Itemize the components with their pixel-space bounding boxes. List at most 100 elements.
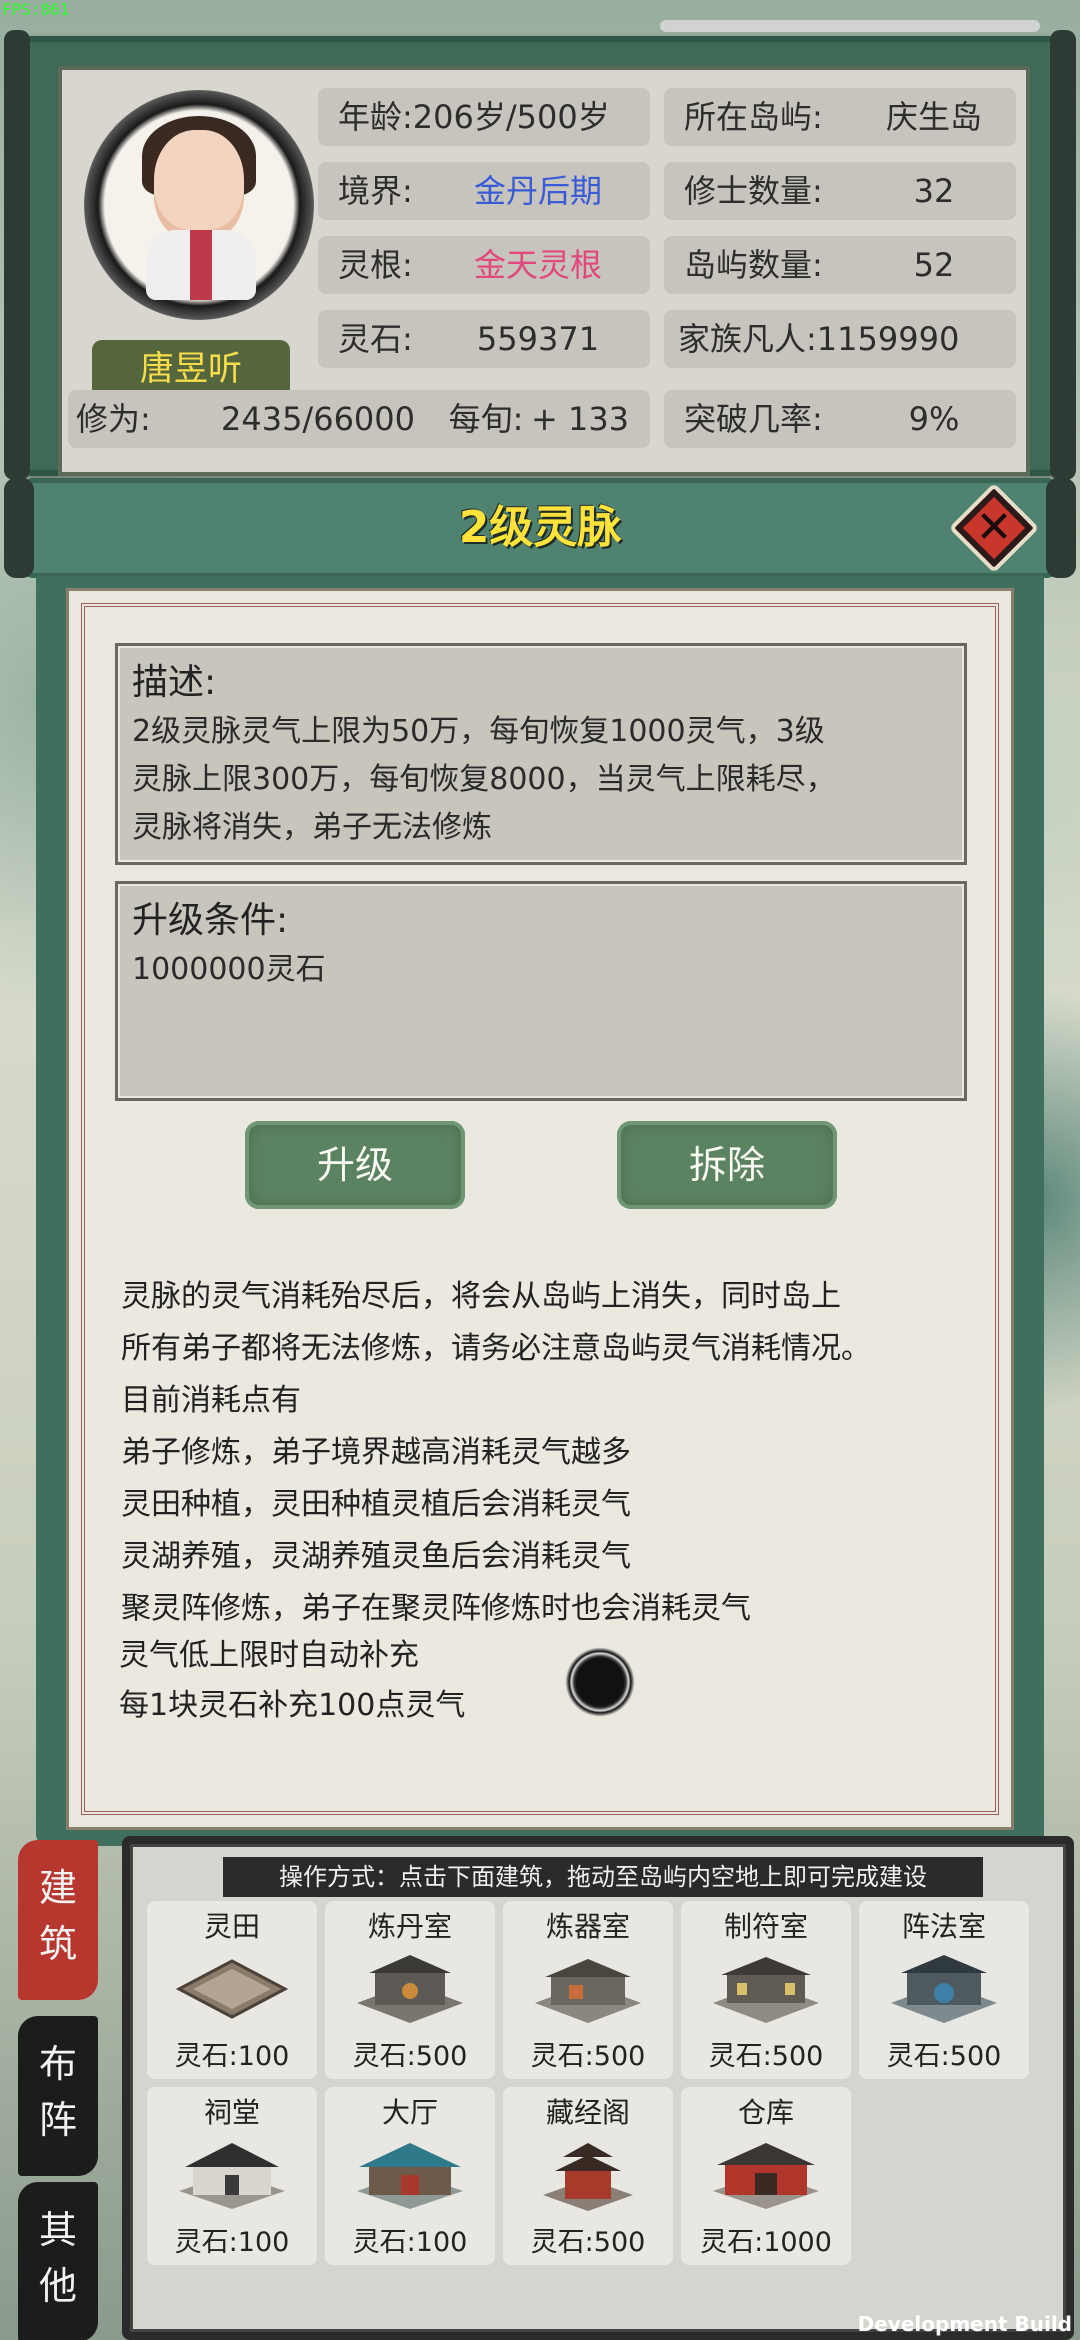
building-cost: 灵石:500	[708, 2041, 824, 2072]
note-line: 灵田种植，灵田种植灵植后会消耗灵气	[121, 1487, 631, 1522]
building-warehouse[interactable]: 仓库 灵石:1000	[681, 2087, 851, 2265]
talisman-room-icon	[713, 1957, 819, 2023]
island-cell: 所在岛屿: 庆生岛	[664, 88, 1016, 146]
cultivators-value: 32	[913, 172, 955, 210]
building-ancestral-hall[interactable]: 祠堂 灵石:100	[147, 2087, 317, 2265]
building-cost: 灵石:100	[174, 2227, 290, 2258]
ancestral-hall-icon	[179, 2143, 285, 2209]
building-cost: 灵石:500	[530, 2227, 646, 2258]
building-alchemy-room[interactable]: 炼丹室 灵石:500	[325, 1901, 495, 2079]
tab-other-char1: 其	[38, 2208, 77, 2252]
breakthrough-cell: 突破几率: 9%	[664, 390, 1016, 448]
building-name: 大厅	[381, 2096, 438, 2129]
note-line: 灵湖养殖，灵湖养殖灵鱼后会消耗灵气	[121, 1539, 631, 1574]
main-hall-icon	[357, 2143, 463, 2209]
dialog-paper: 描述: 2级灵脉灵气上限为50万，每旬恢复1000灵气，3级 灵脉上限300万，…	[66, 588, 1014, 1830]
cultivators-label: 修士数量:	[684, 172, 823, 210]
upgrade-conditions-heading: 升级条件:	[132, 900, 289, 941]
per-turn-value: + 133	[530, 400, 630, 438]
mortals-cell: 家族凡人:1159990	[664, 310, 1016, 368]
cultivation-cell: 修为: 2435/66000 每旬: + 133	[68, 390, 650, 448]
building-scripture-pavilion[interactable]: 藏经阁 灵石:500	[503, 2087, 673, 2265]
building-name: 祠堂	[203, 2096, 260, 2129]
building-cost: 灵石:100	[174, 2041, 290, 2072]
building-name: 灵田	[203, 1910, 260, 1943]
avatar-face	[154, 130, 244, 240]
age-label: 年龄:	[338, 98, 413, 136]
upgrade-button[interactable]: 升级	[245, 1121, 465, 1209]
tab-other-char2: 他	[38, 2264, 77, 2308]
scroll-rod-right	[1050, 30, 1076, 480]
realm-label: 境界:	[338, 172, 413, 210]
spirit-field-icon	[175, 1959, 289, 2019]
development-build-label: Development Build	[857, 2312, 1072, 2336]
spirit-stones-label: 灵石:	[338, 320, 413, 358]
cultivation-label: 修为:	[76, 400, 151, 438]
age-value: 206岁/500岁	[412, 98, 610, 136]
auto-refill-toggle[interactable]	[565, 1647, 635, 1717]
build-hint: 操作方式：点击下面建筑，拖动至岛屿内空地上即可完成建设	[223, 1857, 983, 1897]
building-name: 仓库	[737, 2096, 794, 2129]
note-line: 灵脉的灵气消耗殆尽后，将会从岛屿上消失，同时岛上	[121, 1279, 841, 1314]
building-spirit-field[interactable]: 灵田 灵石:100	[147, 1901, 317, 2079]
mortals-label: 家族凡人:	[678, 320, 817, 358]
building-main-hall[interactable]: 大厅 灵石:100	[325, 2087, 495, 2265]
spirit-root-cell: 灵根: 金天灵根	[318, 236, 650, 294]
formation-room-icon	[891, 1955, 997, 2023]
demolish-button[interactable]: 拆除	[617, 1121, 837, 1209]
building-talisman-room[interactable]: 制符室 灵石:500	[681, 1901, 851, 2079]
description-box: 描述: 2级灵脉灵气上限为50万，每旬恢复1000灵气，3级 灵脉上限300万，…	[115, 643, 967, 865]
building-cost: 灵石:100	[352, 2227, 468, 2258]
note-line: 所有弟子都将无法修炼，请务必注意岛屿灵气消耗情况。	[121, 1331, 871, 1366]
breakthrough-label: 突破几率:	[684, 400, 823, 438]
building-cost: 灵石:500	[530, 2041, 646, 2072]
description-heading: 描述:	[132, 662, 217, 703]
description-line: 灵脉上限300万，每旬恢复8000，当灵气上限耗尽，	[132, 762, 836, 797]
tab-formation-char2: 阵	[38, 2098, 77, 2142]
status-panel: 唐昱听 年龄:206岁/500岁 境界: 金丹后期 灵根: 金天灵根 灵石: 5…	[4, 30, 1076, 480]
building-name: 制符室	[723, 1910, 808, 1943]
upgrade-conditions-text: 1000000灵石	[132, 952, 326, 987]
tab-build-char1: 建	[38, 1866, 77, 1910]
realm-cell: 境界: 金丹后期	[318, 162, 650, 220]
note-line: 目前消耗点有	[121, 1383, 301, 1418]
building-forge-room[interactable]: 炼器室 灵石:500	[503, 1901, 673, 2079]
side-tabs: 建 筑 布 阵 其 他	[0, 1820, 116, 2340]
upgrade-conditions-box: 升级条件: 1000000灵石	[115, 881, 967, 1101]
building-cost: 灵石:1000	[700, 2227, 832, 2258]
note-line: 聚灵阵修炼，弟子在聚灵阵修炼时也会消耗灵气	[121, 1591, 751, 1626]
top-slider-bar[interactable]	[660, 20, 1040, 32]
tab-formation-char1: 布	[38, 2042, 77, 2086]
build-panel: 操作方式：点击下面建筑，拖动至岛屿内空地上即可完成建设 灵田 灵石:100 炼丹…	[122, 1836, 1074, 2340]
avatar[interactable]	[84, 90, 314, 320]
building-name: 炼器室	[545, 1910, 630, 1943]
building-cost: 灵石:500	[886, 2041, 1002, 2072]
warehouse-icon	[713, 2143, 819, 2209]
avatar-robe	[146, 230, 256, 300]
tab-build[interactable]: 建 筑	[18, 1840, 98, 2000]
per-turn-label: 每旬:	[448, 400, 524, 438]
building-name: 藏经阁	[545, 2096, 630, 2129]
dialog-body: 描述: 2级灵脉灵气上限为50万，每旬恢复1000灵气，3级 灵脉上限300万，…	[36, 576, 1044, 1846]
spirit-stones-cell: 灵石: 559371	[318, 310, 650, 368]
auto-refill-text: 灵气低上限时自动补充 每1块灵石补充100点灵气	[119, 1631, 619, 1731]
cultivators-cell: 修士数量: 32	[664, 162, 1016, 220]
cultivation-value: 2435/66000	[220, 400, 415, 438]
islands-count-cell: 岛屿数量: 52	[664, 236, 1016, 294]
age-cell: 年龄:206岁/500岁	[318, 88, 650, 146]
notes: 灵脉的灵气消耗殆尽后，将会从岛屿上消失，同时岛上 所有弟子都将无法修炼，请务必注…	[121, 1271, 1001, 1635]
spirit-root-value: 金天灵根	[473, 246, 602, 284]
tab-other[interactable]: 其 他	[18, 2182, 98, 2340]
building-name: 炼丹室	[367, 1910, 452, 1943]
spirit-stones-value: 559371	[476, 320, 600, 358]
building-name: 阵法室	[901, 1910, 986, 1943]
build-inner: 操作方式：点击下面建筑，拖动至岛屿内空地上即可完成建设 灵田 灵石:100 炼丹…	[130, 1844, 1066, 2332]
note-line: 弟子修炼，弟子境界越高消耗灵气越多	[121, 1435, 631, 1470]
building-formation-room[interactable]: 阵法室 灵石:500	[859, 1901, 1029, 2079]
tab-formation[interactable]: 布 阵	[18, 2016, 98, 2176]
fps-counter: FPS:861	[2, 0, 70, 19]
tab-build-char2: 筑	[38, 1922, 77, 1966]
mortals-value: 1159990	[816, 320, 960, 358]
forge-room-icon	[535, 1959, 641, 2023]
islands-count-value: 52	[913, 246, 955, 284]
